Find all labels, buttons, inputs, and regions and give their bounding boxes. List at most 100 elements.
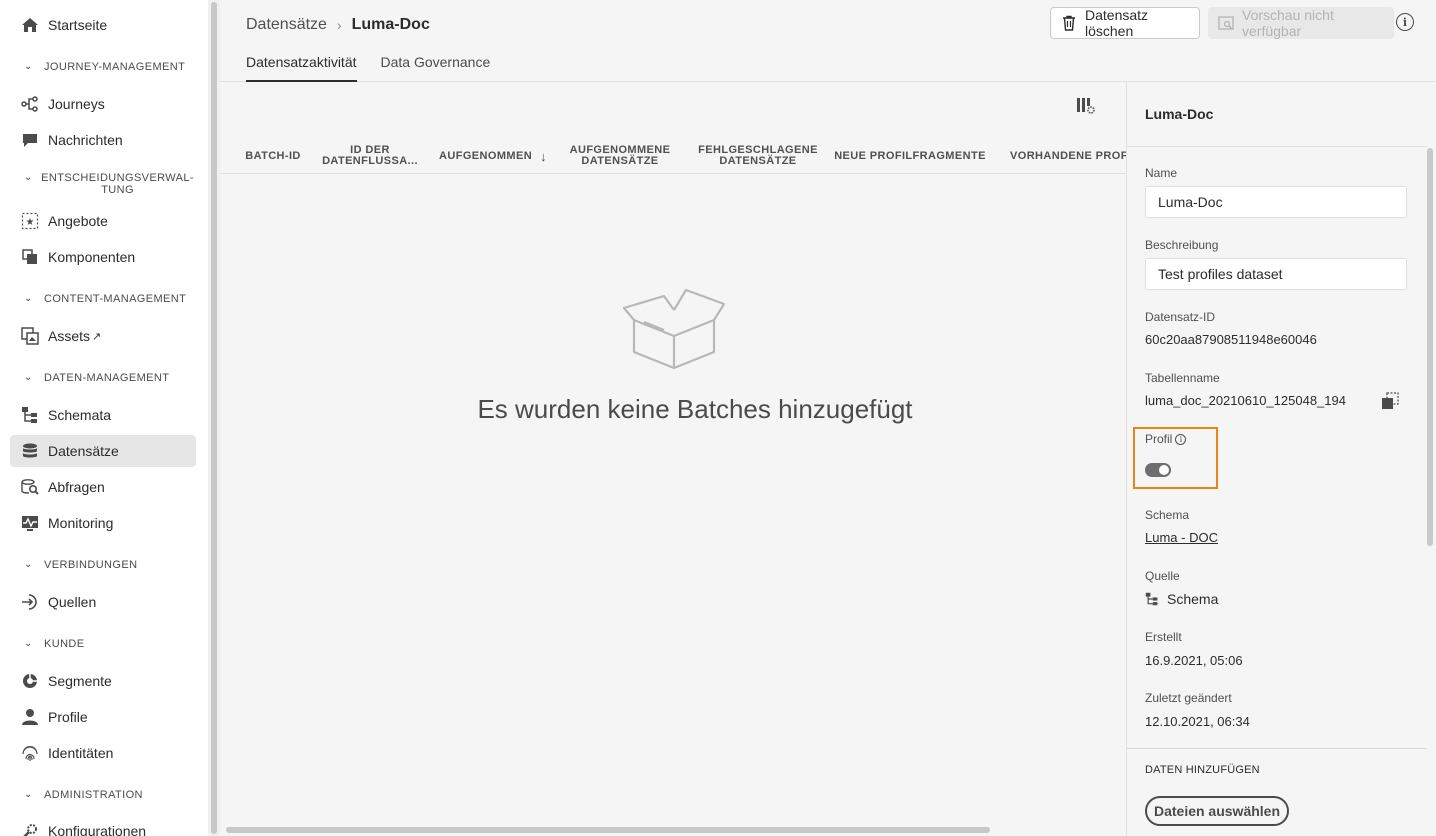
add-data-heading: DATEN HINZUFÜGEN (1145, 764, 1260, 776)
info-icon[interactable]: i (1175, 434, 1187, 446)
external-link-icon: ↗ (92, 330, 102, 343)
chevron-down-icon: ⌄ (24, 172, 33, 183)
assets-icon (20, 326, 40, 346)
chevron-down-icon: ⌄ (24, 638, 33, 649)
offers-icon: ★ (20, 211, 40, 231)
profile-icon (20, 707, 40, 727)
sidebar-item-quellen[interactable]: Quellen (10, 586, 196, 618)
sidebar-item-label: Abfragen (48, 479, 105, 495)
schemas-icon (20, 405, 40, 425)
copy-icon[interactable] (1381, 392, 1399, 410)
sidebar-item-nachrichten[interactable]: Nachrichten (10, 124, 196, 156)
info-icon[interactable]: i (1396, 13, 1414, 31)
scrollbar-thumb[interactable] (211, 2, 217, 834)
sidebar-section-kunde[interactable]: ⌄ KUNDE (24, 638, 194, 650)
created-value: 16.9.2021, 05:06 (1145, 653, 1243, 668)
sidebar-section-daten-management[interactable]: ⌄ DATEN-MANAGEMENT (24, 372, 194, 384)
sidebar-section-verbindungen[interactable]: ⌄ VERBINDUNGEN (24, 559, 194, 571)
batch-table-area: BATCH-ID ID DER DATENFLUSSA... AUFGENOMM… (220, 82, 1126, 836)
queries-icon (20, 477, 40, 497)
created-label: Erstellt (1145, 630, 1182, 644)
schema-icon (1145, 592, 1159, 606)
svg-text:★: ★ (26, 217, 35, 228)
sidebar-item-segmente[interactable]: Segmente (10, 665, 196, 697)
sidebar-item-label: Konfigurationen (48, 823, 147, 836)
schema-link[interactable]: Luma - DOC (1145, 530, 1218, 545)
sidebar-item-schemata[interactable]: Schemata (10, 399, 196, 431)
sidebar-item-identitaeten[interactable]: Identitäten (10, 737, 196, 769)
sidebar-item-komponenten[interactable]: Komponenten (10, 241, 196, 273)
modified-value: 12.10.2021, 06:34 (1145, 714, 1250, 729)
select-files-button[interactable]: Dateien auswählen (1145, 796, 1289, 826)
name-field[interactable]: Luma-Doc (1145, 186, 1407, 218)
sidebar-section-journey-management[interactable]: ⌄ JOURNEY-MANAGEMENT (24, 61, 194, 73)
tab-data-governance[interactable]: Data Governance (381, 54, 491, 82)
sidebar-item-monitoring[interactable]: Monitoring (10, 507, 196, 539)
sidebar-item-label: Journeys (48, 96, 105, 112)
sidebar-item-label: Angebote (48, 213, 108, 229)
fingerprint-icon (20, 743, 40, 763)
column-settings-icon[interactable] (1076, 96, 1096, 116)
description-label: Beschreibung (1145, 238, 1219, 252)
sidebar-section-content-management[interactable]: ⌄ CONTENT-MANAGEMENT (24, 293, 194, 305)
delete-dataset-label: Datensatz löschen (1085, 7, 1149, 39)
home-icon (20, 15, 40, 35)
sidebar-item-label: Quellen (48, 594, 97, 610)
chevron-down-icon: ⌄ (24, 789, 33, 800)
sidebar-item-label: Profile (48, 709, 88, 725)
sidebar-item-angebote[interactable]: ★ Angebote (10, 205, 196, 237)
sort-descending-icon: ↓ (540, 148, 547, 164)
sidebar-item-datensaetze[interactable]: Datensätze (10, 435, 196, 467)
preview-button[interactable]: Vorschau nicht verfügbar (1208, 7, 1394, 39)
breadcrumb-datasets-link[interactable]: Datensätze (246, 16, 327, 34)
datasets-icon (20, 441, 40, 461)
tab-dataset-activity[interactable]: Datensatzaktivität (246, 54, 357, 82)
panel-title: Luma-Doc (1145, 106, 1214, 122)
configurations-icon (20, 821, 40, 836)
column-header-existing-profiles[interactable]: VORHANDENE PROFI (1010, 138, 1126, 174)
description-field[interactable]: Test profiles dataset (1145, 258, 1407, 290)
column-header-failed-records[interactable]: FEHLGESCHLAGENE DATENSÄTZE (696, 138, 820, 174)
delete-dataset-button[interactable]: Datensatz löschen (1050, 7, 1200, 39)
profile-toggle[interactable] (1145, 463, 1171, 477)
breadcrumb: Datensätze › Luma-Doc (246, 14, 430, 36)
sidebar-item-label: Segmente (48, 673, 112, 689)
panel-scrollbar[interactable] (1425, 148, 1435, 836)
dataset-id-label: Datensatz-ID (1145, 310, 1216, 324)
dataset-details-panel: Luma-Doc Name Luma-Doc Beschreibung Test… (1126, 82, 1436, 836)
column-header-batch-id[interactable]: BATCH-ID (240, 138, 306, 174)
sidebar-scrollbar[interactable] (208, 0, 220, 836)
chevron-down-icon: ⌄ (24, 293, 33, 304)
sidebar-item-abfragen[interactable]: Abfragen (10, 471, 196, 503)
sidebar-item-assets[interactable]: Assets ↗ (10, 320, 196, 352)
schema-label: Schema (1145, 508, 1190, 522)
table-header: BATCH-ID ID DER DATENFLUSSA... AUFGENOMM… (220, 138, 1126, 174)
sidebar-section-administration[interactable]: ⌄ ADMINISTRATION (24, 789, 194, 801)
scrollbar-thumb[interactable] (226, 827, 990, 833)
sidebar-section-entscheidungsverwaltung[interactable]: ⌄ ENTSCHEIDUNGSVERWAL- TUNG (24, 172, 194, 196)
sidebar-item-startseite[interactable]: Startseite (10, 9, 196, 41)
monitoring-icon (20, 513, 40, 533)
toggle-knob (1159, 465, 1169, 475)
profile-label: Profil i (1145, 432, 1187, 446)
column-header-ingested-records[interactable]: AUFGENOMMENE DATENSÄTZE (564, 138, 676, 174)
sidebar-item-label: Schemata (48, 407, 112, 423)
sidebar-item-label: Nachrichten (48, 132, 123, 148)
sidebar-item-journeys[interactable]: Journeys (10, 88, 196, 120)
sidebar-item-label: Startseite (48, 17, 108, 33)
table-name-value: luma_doc_20210610_125048_194 (1145, 393, 1346, 408)
empty-box-illustration (620, 286, 730, 376)
sidebar-item-profile[interactable]: Profile (10, 701, 196, 733)
sidebar-item-konfigurationen[interactable]: Konfigurationen (10, 815, 196, 836)
modified-label: Zuletzt geändert (1145, 691, 1232, 705)
chevron-right-icon: › (336, 17, 342, 33)
sources-icon (20, 592, 40, 612)
source-label: Quelle (1145, 569, 1180, 583)
horizontal-scrollbar[interactable] (220, 824, 1126, 836)
page-title: Luma-Doc (351, 16, 430, 33)
column-header-ingested[interactable]: AUFGENOMMEN ↓ (436, 138, 550, 174)
dataset-id-value: 60c20aa87908511948e60046 (1145, 332, 1317, 347)
column-header-dataflow-id[interactable]: ID DER DATENFLUSSA... (322, 138, 417, 174)
scrollbar-thumb[interactable] (1427, 148, 1433, 546)
column-header-new-profile-fragments[interactable]: NEUE PROFILFRAGMENTE (832, 138, 988, 174)
